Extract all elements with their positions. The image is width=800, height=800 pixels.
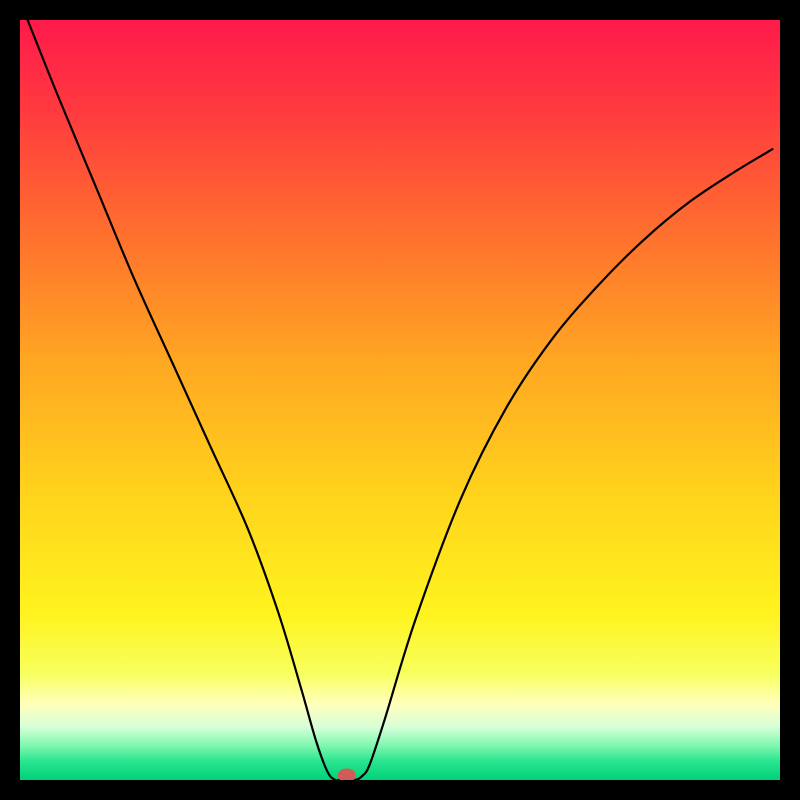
chart-frame: TheBottleneck.com: [20, 20, 780, 780]
bottleneck-chart: [20, 20, 780, 780]
